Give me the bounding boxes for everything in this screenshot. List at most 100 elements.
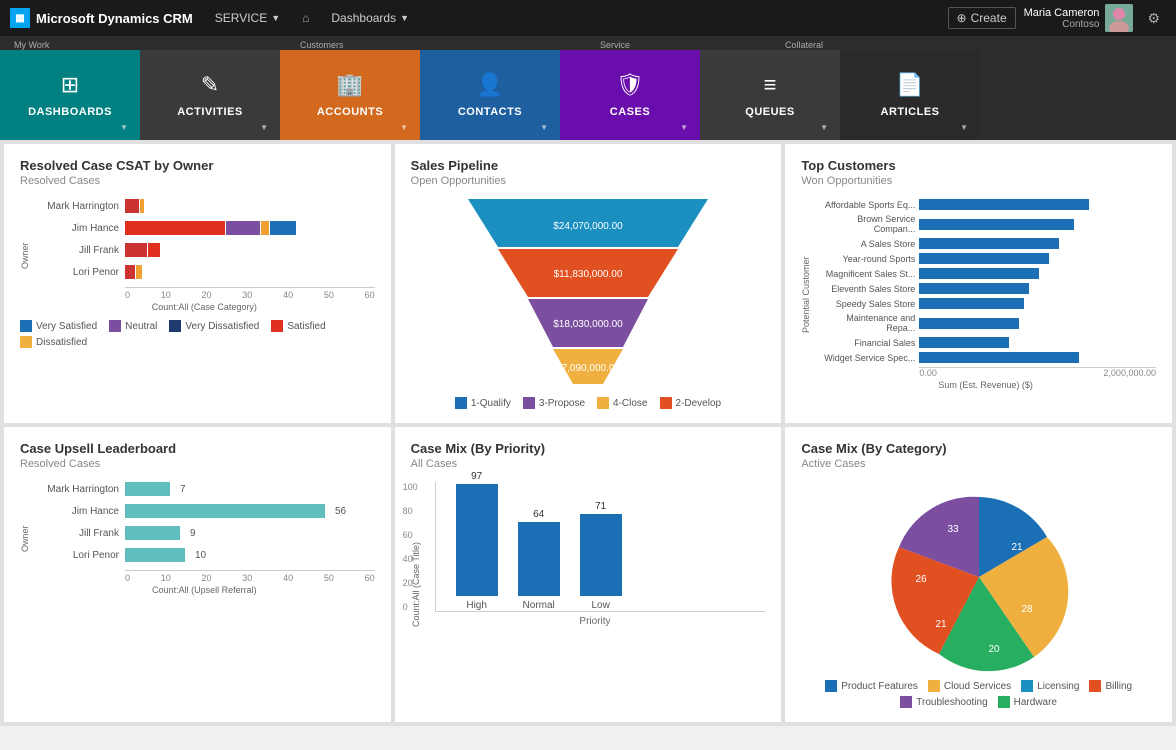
priority-x-label: Priority — [425, 616, 766, 627]
tc-bar — [919, 219, 1074, 230]
app-name: Microsoft Dynamics CRM — [36, 11, 193, 26]
app-logo[interactable]: ▦ Microsoft Dynamics CRM — [10, 8, 193, 28]
svg-text:26: 26 — [915, 574, 927, 585]
tile-cases[interactable]: 🛡 CASES ▼ — [560, 50, 700, 140]
top-customers-chart-card: Top Customers Won Opportunities Potentia… — [785, 144, 1172, 423]
tile-contacts[interactable]: 👤 CONTACTS ▼ — [420, 50, 560, 140]
nav-home-icon[interactable]: ⌂ — [292, 11, 319, 25]
bar-seg — [140, 199, 144, 213]
legend-satisfied: Satisfied — [271, 320, 325, 332]
bar-seg — [136, 265, 142, 279]
tc-row: Affordable Sports Eq... — [815, 199, 1156, 210]
accounts-tile-label: ACCOUNTS — [317, 106, 383, 118]
csat-chart-card: Resolved Case CSAT by Owner Resolved Cas… — [4, 144, 391, 423]
vbar-normal — [518, 522, 560, 596]
category-pie-svg: 21 28 20 21 26 33 — [879, 482, 1079, 672]
tc-row: Widget Service Spec... — [815, 352, 1156, 363]
svg-text:$24,070,000.00: $24,070,000.00 — [553, 221, 623, 232]
legend-dissatisfied: Dissatisfied — [20, 336, 87, 348]
tc-row: A Sales Store — [815, 238, 1156, 249]
legend-propose: 3-Propose — [523, 397, 585, 409]
legend-color — [1089, 680, 1101, 692]
legend-color — [900, 696, 912, 708]
tc-bar — [919, 337, 1009, 348]
nav-service[interactable]: SERVICE ▼ — [203, 0, 292, 36]
legend-color — [20, 320, 32, 332]
tc-bar — [919, 283, 1029, 294]
tc-row: Speedy Sales Store — [815, 298, 1156, 309]
tc-bar — [919, 268, 1039, 279]
priority-bar-normal: 64 Normal — [518, 509, 560, 611]
category-subtitle: Active Cases — [801, 458, 1156, 470]
user-info: Maria Cameron Contoso — [1024, 4, 1134, 32]
tile-articles[interactable]: 📄 ARTICLES ▼ — [840, 50, 980, 140]
legend-hardware: Hardware — [998, 696, 1057, 708]
section-collateral: Collateral — [775, 40, 823, 50]
legend-develop: 2-Develop — [660, 397, 722, 409]
bar-seg — [261, 221, 269, 235]
section-my-work: My Work — [0, 40, 140, 50]
legend-color — [660, 397, 672, 409]
category-title: Case Mix (By Category) — [801, 441, 1156, 456]
legend-color — [271, 320, 283, 332]
cases-tile-caret: ▼ — [680, 123, 688, 132]
vbar-high — [456, 484, 498, 596]
settings-icon[interactable]: ⚙ — [1141, 10, 1166, 27]
user-org: Contoso — [1024, 19, 1100, 30]
csat-x-label: Count:All (Case Category) — [34, 302, 375, 312]
legend-color — [169, 320, 181, 332]
priority-title: Case Mix (By Priority) — [411, 441, 766, 456]
upsell-row-jill: Jill Frank 9 — [34, 526, 375, 540]
category-chart-card: Case Mix (By Category) Active Cases 21 2… — [785, 427, 1172, 722]
legend-cloud-services: Cloud Services — [928, 680, 1011, 692]
queues-tile-icon: ≡ — [764, 72, 777, 98]
legend-product-features: Product Features — [825, 680, 918, 692]
user-name: Maria Cameron — [1024, 7, 1100, 19]
dashboard-grid: Resolved Case CSAT by Owner Resolved Cas… — [0, 140, 1176, 726]
user-avatar — [1105, 4, 1133, 32]
legend-color — [523, 397, 535, 409]
csat-x-axis — [125, 287, 375, 288]
tc-bar — [919, 238, 1059, 249]
tile-accounts[interactable]: 🏢 ACCOUNTS ▼ — [280, 50, 420, 140]
csat-axis-labels: 0102030405060 — [125, 290, 375, 300]
upsell-axis-labels: 0102030405060 — [125, 573, 375, 583]
cases-tile-label: CASES — [610, 106, 650, 118]
tile-queues[interactable]: ≡ QUEUES ▼ — [700, 50, 840, 140]
upsell-bar — [125, 526, 180, 540]
tc-row: Financial Sales — [815, 337, 1156, 348]
upsell-bar — [125, 548, 185, 562]
upsell-title: Case Upsell Leaderboard — [20, 441, 375, 456]
legend-licensing: Licensing — [1021, 680, 1079, 692]
cases-tile-icon: 🛡 — [616, 72, 644, 98]
top-customers-subtitle: Won Opportunities — [801, 175, 1156, 187]
tile-activities[interactable]: ✎ ACTIVITIES ▼ — [140, 50, 280, 140]
nav-dashboards[interactable]: Dashboards ▼ — [319, 0, 421, 36]
legend-color — [20, 336, 32, 348]
upsell-row-lori: Lori Penor 10 — [34, 548, 375, 562]
upsell-x-axis — [125, 570, 375, 571]
priority-subtitle: All Cases — [411, 458, 766, 470]
legend-color — [1021, 680, 1033, 692]
svg-text:$18,030,000.00: $18,030,000.00 — [553, 319, 623, 330]
svg-text:33: 33 — [947, 524, 959, 535]
tile-dashboards[interactable]: ⊞ DASHBOARDS ▼ — [0, 50, 140, 140]
legend-color — [597, 397, 609, 409]
csat-legend: Very Satisfied Neutral Very Dissatisfied… — [20, 320, 375, 348]
svg-text:21: 21 — [935, 619, 947, 630]
csat-y-axis-label: Owner — [20, 199, 30, 312]
contacts-tile-label: CONTACTS — [458, 106, 522, 118]
tc-axis-max: 2,000,000.00 — [1103, 368, 1156, 378]
tc-row: Brown Service Compan... — [815, 214, 1156, 234]
dashboards-tile-icon: ⊞ — [61, 72, 79, 98]
tc-y-label: Potential Customer — [801, 199, 811, 390]
csat-title: Resolved Case CSAT by Owner — [20, 158, 375, 173]
pipeline-legend: 1-Qualify 3-Propose 4-Close 2-Develop — [411, 397, 766, 409]
tiles-navigation: ⊞ DASHBOARDS ▼ ✎ ACTIVITIES ▼ 🏢 ACCOUNTS… — [0, 50, 1176, 140]
tc-row: Eleventh Sales Store — [815, 283, 1156, 294]
articles-tile-label: ARTICLES — [881, 106, 940, 118]
create-button[interactable]: ⊕ Create — [948, 7, 1016, 29]
activities-tile-icon: ✎ — [201, 72, 219, 98]
queues-tile-label: QUEUES — [745, 106, 794, 118]
bar-seg — [125, 221, 225, 235]
